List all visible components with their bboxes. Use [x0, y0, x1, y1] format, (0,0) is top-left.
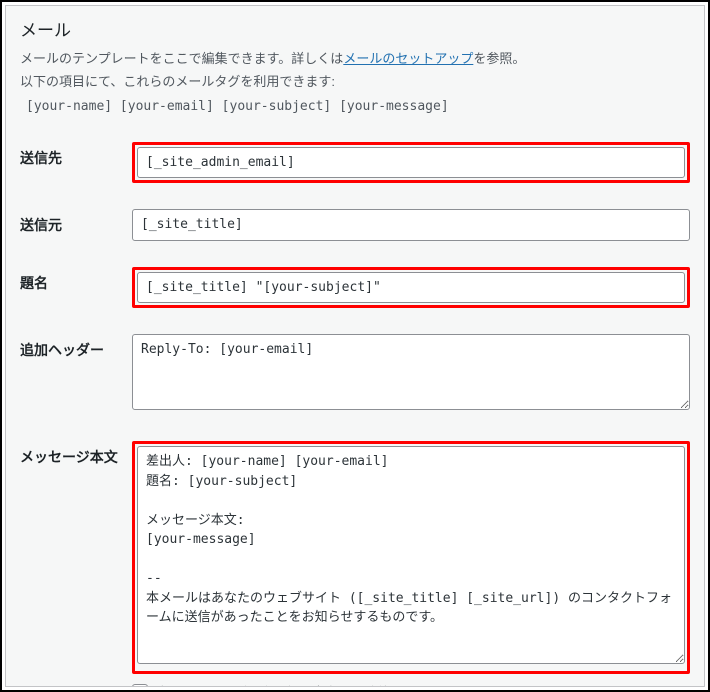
- mail-tags: [your-name] [your-email] [your-subject] …: [20, 95, 690, 122]
- highlight-body: [132, 441, 690, 674]
- desc-prefix: メールのテンプレートをここで編集できます。詳しくは: [20, 51, 343, 66]
- exclude-blank-label: 空のメールタグを含む行を出力から除外する: [156, 682, 416, 687]
- section-title: メール: [20, 16, 690, 41]
- label-from: 送信元: [20, 209, 132, 235]
- tags-intro: 以下の項目にて、これらのメールタグを利用できます:: [20, 72, 690, 93]
- subject-input[interactable]: [137, 272, 685, 304]
- setup-link[interactable]: メールのセットアップ: [343, 51, 473, 66]
- to-input[interactable]: [137, 147, 685, 179]
- exclude-blank-row[interactable]: 空のメールタグを含む行を出力から除外する: [132, 682, 690, 687]
- label-headers: 追加ヘッダー: [20, 334, 132, 360]
- description: メールのテンプレートをここで編集できます。詳しくはメールのセットアップを参照。: [20, 49, 690, 70]
- desc-suffix: を参照。: [473, 51, 525, 66]
- highlight-subject: [132, 267, 690, 309]
- body-textarea[interactable]: [137, 446, 685, 664]
- headers-textarea[interactable]: [132, 334, 690, 410]
- label-body: メッセージ本文: [20, 441, 132, 467]
- exclude-blank-checkbox[interactable]: [132, 684, 148, 687]
- label-subject: 題名: [20, 267, 132, 293]
- label-to: 送信先: [20, 142, 132, 168]
- mail-panel: メール メールのテンプレートをここで編集できます。詳しくはメールのセットアップを…: [5, 5, 705, 687]
- highlight-to: [132, 142, 690, 184]
- from-input[interactable]: [132, 209, 690, 241]
